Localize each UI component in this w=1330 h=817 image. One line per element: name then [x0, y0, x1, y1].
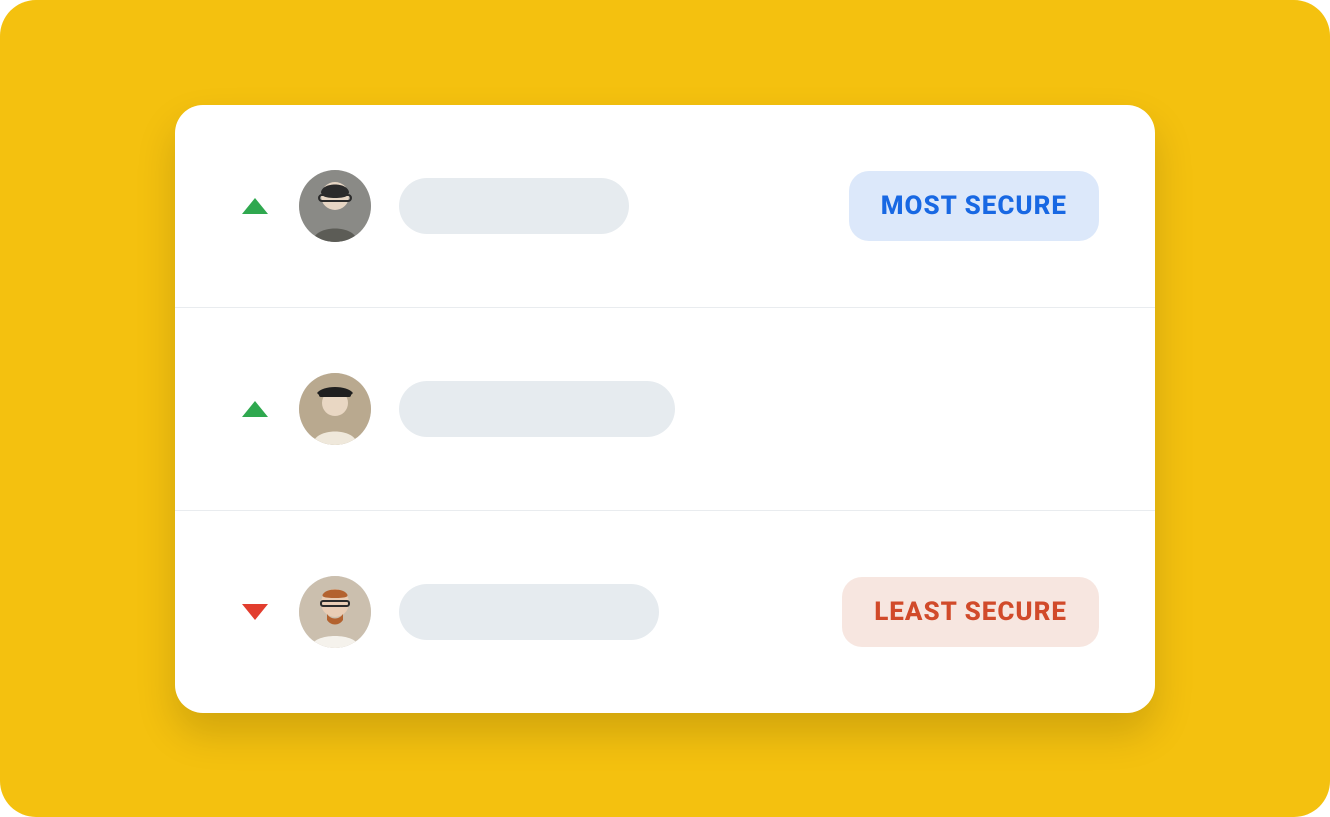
outer-card: MOST SECURE — [0, 0, 1330, 817]
ranking-row — [175, 308, 1155, 511]
trend-up-icon — [239, 401, 271, 417]
security-ranking-panel: MOST SECURE — [175, 105, 1155, 713]
name-placeholder — [399, 584, 659, 640]
trend-up-icon — [239, 198, 271, 214]
avatar — [299, 373, 371, 445]
least-secure-badge: LEAST SECURE — [842, 577, 1099, 647]
trend-down-icon — [239, 604, 271, 620]
avatar — [299, 170, 371, 242]
name-placeholder — [399, 178, 629, 234]
avatar — [299, 576, 371, 648]
most-secure-badge: MOST SECURE — [849, 171, 1099, 241]
name-placeholder — [399, 381, 675, 437]
ranking-row: LEAST SECURE — [175, 511, 1155, 713]
ranking-row: MOST SECURE — [175, 105, 1155, 308]
